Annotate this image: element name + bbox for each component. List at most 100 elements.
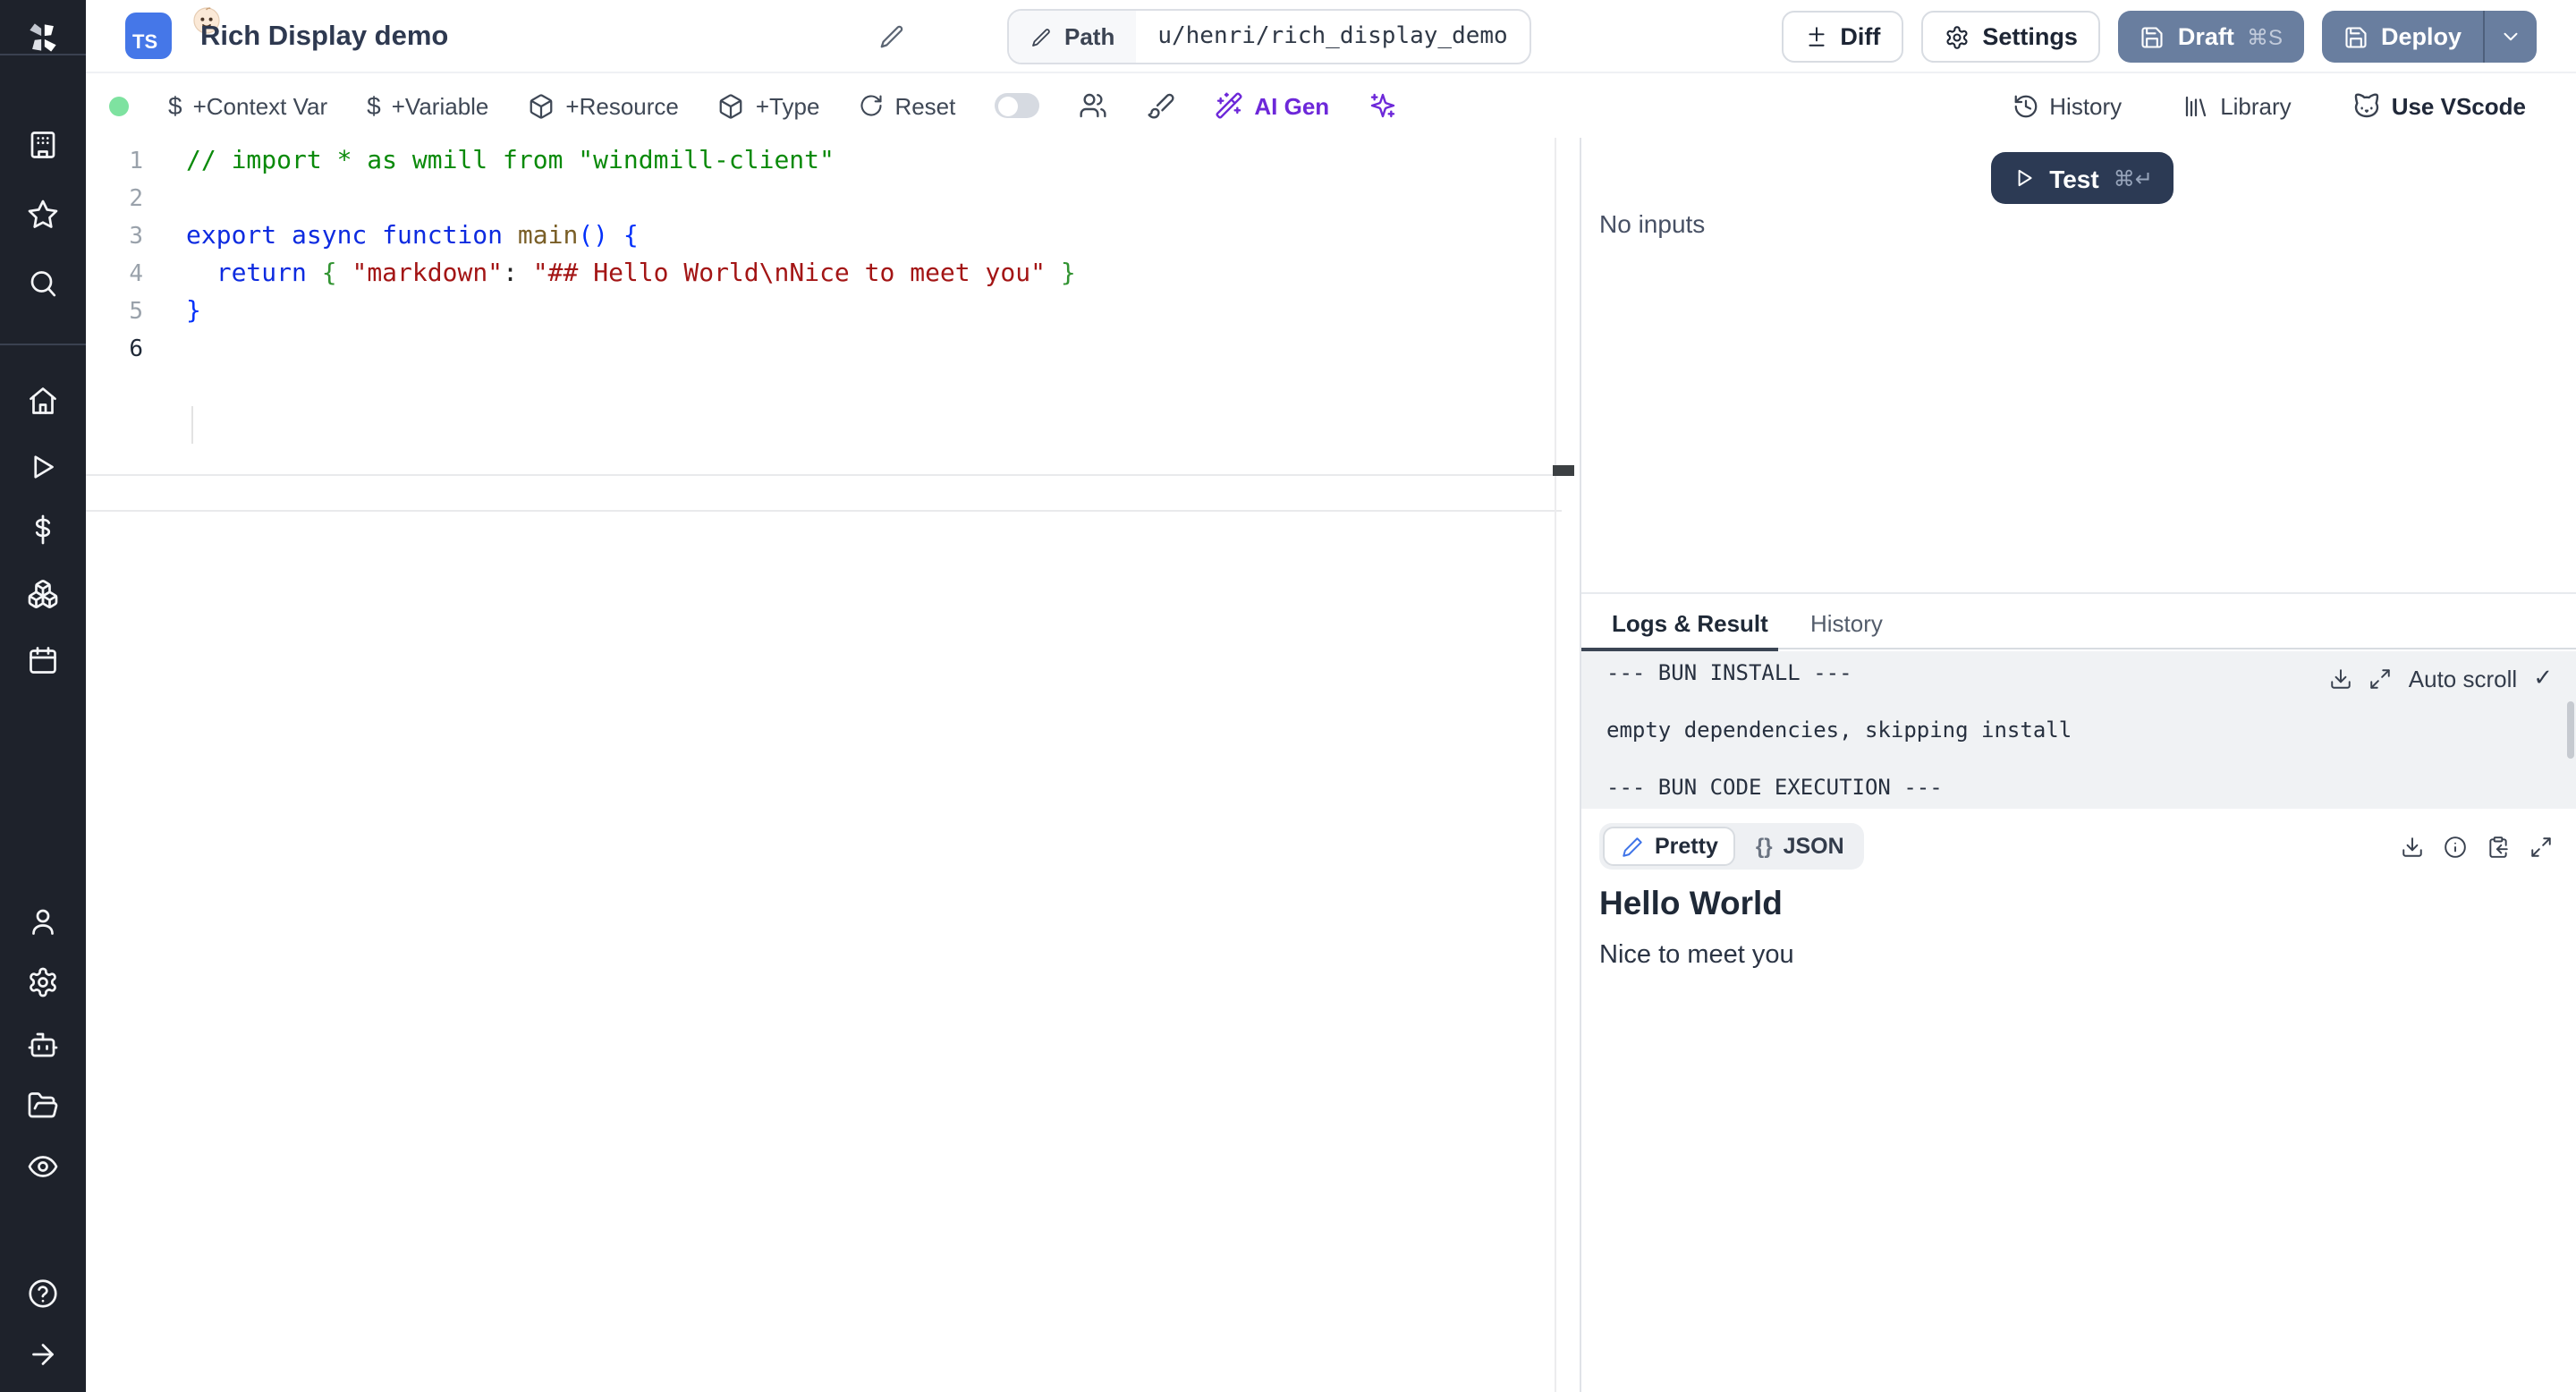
deploy-button[interactable]: Deploy [2322, 11, 2483, 63]
expand-result-icon[interactable] [2529, 835, 2553, 858]
json-view-button[interactable]: {} JSON [1740, 828, 1860, 864]
format-brush-icon[interactable] [1147, 91, 1175, 120]
quill-pen-icon [1623, 836, 1642, 856]
users-person-icon[interactable] [0, 905, 86, 938]
add-type-button[interactable]: +Type [718, 92, 819, 119]
workers-bot-icon[interactable] [0, 1029, 86, 1061]
windmill-logo-icon[interactable] [23, 18, 63, 57]
code-editor[interactable]: 1 2 3 4 5 6 // import * as wmill from "windmi… [86, 138, 1574, 1392]
folders-icon[interactable] [0, 1090, 86, 1122]
code-line[interactable]: // import * as wmill from "windmill-clie… [186, 143, 1562, 181]
code-line[interactable]: export async function main() { [186, 218, 1562, 256]
line-number-gutter: 1 2 3 4 5 6 [86, 143, 186, 369]
copy-clipboard-icon[interactable] [2487, 835, 2510, 858]
result-text: Nice to meet you [1599, 941, 1794, 970]
path-edit-button[interactable]: Path [1009, 11, 1137, 63]
auto-scroll-label[interactable]: Auto scroll [2409, 665, 2517, 692]
help-icon[interactable] [0, 1277, 86, 1310]
library-icon [2186, 95, 2207, 116]
save-icon [2345, 26, 2367, 47]
code-line[interactable] [186, 331, 1562, 369]
cat-icon [2354, 93, 2378, 118]
settings-gear-icon[interactable] [0, 966, 86, 998]
sidebar-divider [0, 54, 86, 55]
line-number: 6 [129, 336, 143, 363]
reset-rotate-icon [860, 95, 882, 116]
info-icon[interactable] [2444, 835, 2467, 858]
deploy-dropdown-button[interactable] [2483, 11, 2537, 63]
code-line[interactable]: } [186, 293, 1562, 331]
editor-right-edge [1555, 138, 1556, 1392]
play-icon [2017, 169, 2031, 187]
workspace-building-icon[interactable] [0, 129, 86, 161]
magic-wand-icon [1216, 92, 1242, 119]
result-toolbar: Pretty {} JSON [1581, 819, 2576, 873]
path-field[interactable]: Path u/henri/rich_display_demo [1007, 9, 1531, 64]
library-button[interactable]: Library [2182, 92, 2292, 119]
audit-eye-icon[interactable] [0, 1150, 86, 1183]
diff-button[interactable]: Diff [1781, 11, 1904, 63]
expand-logs-icon[interactable] [2369, 666, 2393, 690]
test-shortcut: ⌘↵ [2113, 166, 2153, 191]
pretty-view-button[interactable]: Pretty [1603, 827, 1736, 866]
windmill-script-editor: TS Rich Display demo Path u/henri/rich_d… [0, 0, 2576, 1392]
status-green-dot [109, 96, 129, 115]
ai-gen-button[interactable]: AI Gen [1215, 91, 1329, 120]
history-clock-icon [2013, 94, 2037, 117]
line-number: 1 [129, 149, 143, 175]
editor-toolbar: $ +Context Var $ +Variable +Resource +Ty… [86, 73, 2576, 138]
diff-mode-toggle[interactable] [995, 93, 1040, 118]
run-panel: Test ⌘↵ No inputs Logs & Result History … [1580, 138, 2576, 1392]
result-view-switch: Pretty {} JSON [1599, 823, 1864, 870]
braces-icon: {} [1755, 834, 1773, 859]
path-value[interactable]: u/henri/rich_display_demo [1136, 11, 1529, 63]
sparkles-icon[interactable] [1368, 91, 1397, 120]
download-result-icon[interactable] [2401, 835, 2424, 858]
test-button[interactable]: Test ⌘↵ [1991, 152, 2174, 204]
schedules-calendar-icon[interactable] [0, 644, 86, 676]
add-variable-button[interactable]: $ +Variable [367, 91, 488, 120]
chevron-down-icon [2504, 32, 2518, 41]
use-vscode-button[interactable]: Use VScode [2352, 91, 2526, 120]
settings-button[interactable]: Settings [1921, 11, 2101, 63]
download-logs-icon[interactable] [2330, 666, 2353, 690]
auto-scroll-check[interactable]: ✓ [2533, 664, 2553, 692]
code-line[interactable] [186, 181, 1562, 218]
rich-result-display: Hello World Nice to meet you [1599, 884, 1794, 970]
code-content[interactable]: // import * as wmill from "windmill-clie… [186, 143, 1562, 369]
tab-logs-result[interactable]: Logs & Result [1612, 594, 1768, 651]
log-output: --- BUN INSTALL --- empty dependencies, s… [1581, 651, 2576, 809]
runs-play-icon[interactable] [0, 451, 86, 483]
log-line: --- BUN INSTALL --- [1606, 660, 1852, 685]
home-icon[interactable] [0, 385, 86, 417]
overview-ruler-cursor-marker [1553, 465, 1574, 476]
reset-button[interactable]: Reset [859, 92, 955, 119]
multiplayer-users-icon[interactable] [1079, 91, 1107, 120]
log-scrollbar[interactable] [2567, 701, 2574, 759]
page-title: Rich Display demo [200, 21, 449, 51]
add-context-var-button[interactable]: $ +Context Var [168, 91, 327, 120]
line-number: 5 [129, 299, 143, 326]
draft-button[interactable]: Draft ⌘S [2118, 11, 2304, 63]
history-button[interactable]: History [2012, 92, 2122, 119]
sidebar [0, 0, 86, 1392]
resources-boxes-icon[interactable] [0, 578, 86, 610]
log-line: empty dependencies, skipping install [1606, 717, 2072, 743]
line-number: 2 [129, 186, 143, 213]
edit-title-pencil-icon[interactable] [878, 23, 905, 50]
search-icon[interactable] [0, 268, 86, 301]
save-icon [2142, 26, 2164, 47]
package-icon [530, 93, 553, 118]
gear-icon [1946, 25, 1968, 48]
header: TS Rich Display demo Path u/henri/rich_d… [86, 0, 2576, 73]
expand-sidebar-arrow-icon[interactable] [0, 1338, 86, 1371]
tab-history[interactable]: History [1810, 594, 1883, 651]
code-line[interactable]: return { "markdown": "## Hello World\nNi… [186, 256, 1562, 293]
sidebar-divider [0, 344, 86, 345]
dollar-icon: $ [168, 91, 182, 120]
indent-guide [191, 406, 193, 444]
variables-dollar-icon[interactable] [0, 514, 86, 546]
no-inputs-label: No inputs [1599, 209, 1706, 238]
add-resource-button[interactable]: +Resource [528, 92, 679, 119]
favorites-star-icon[interactable] [0, 199, 86, 231]
